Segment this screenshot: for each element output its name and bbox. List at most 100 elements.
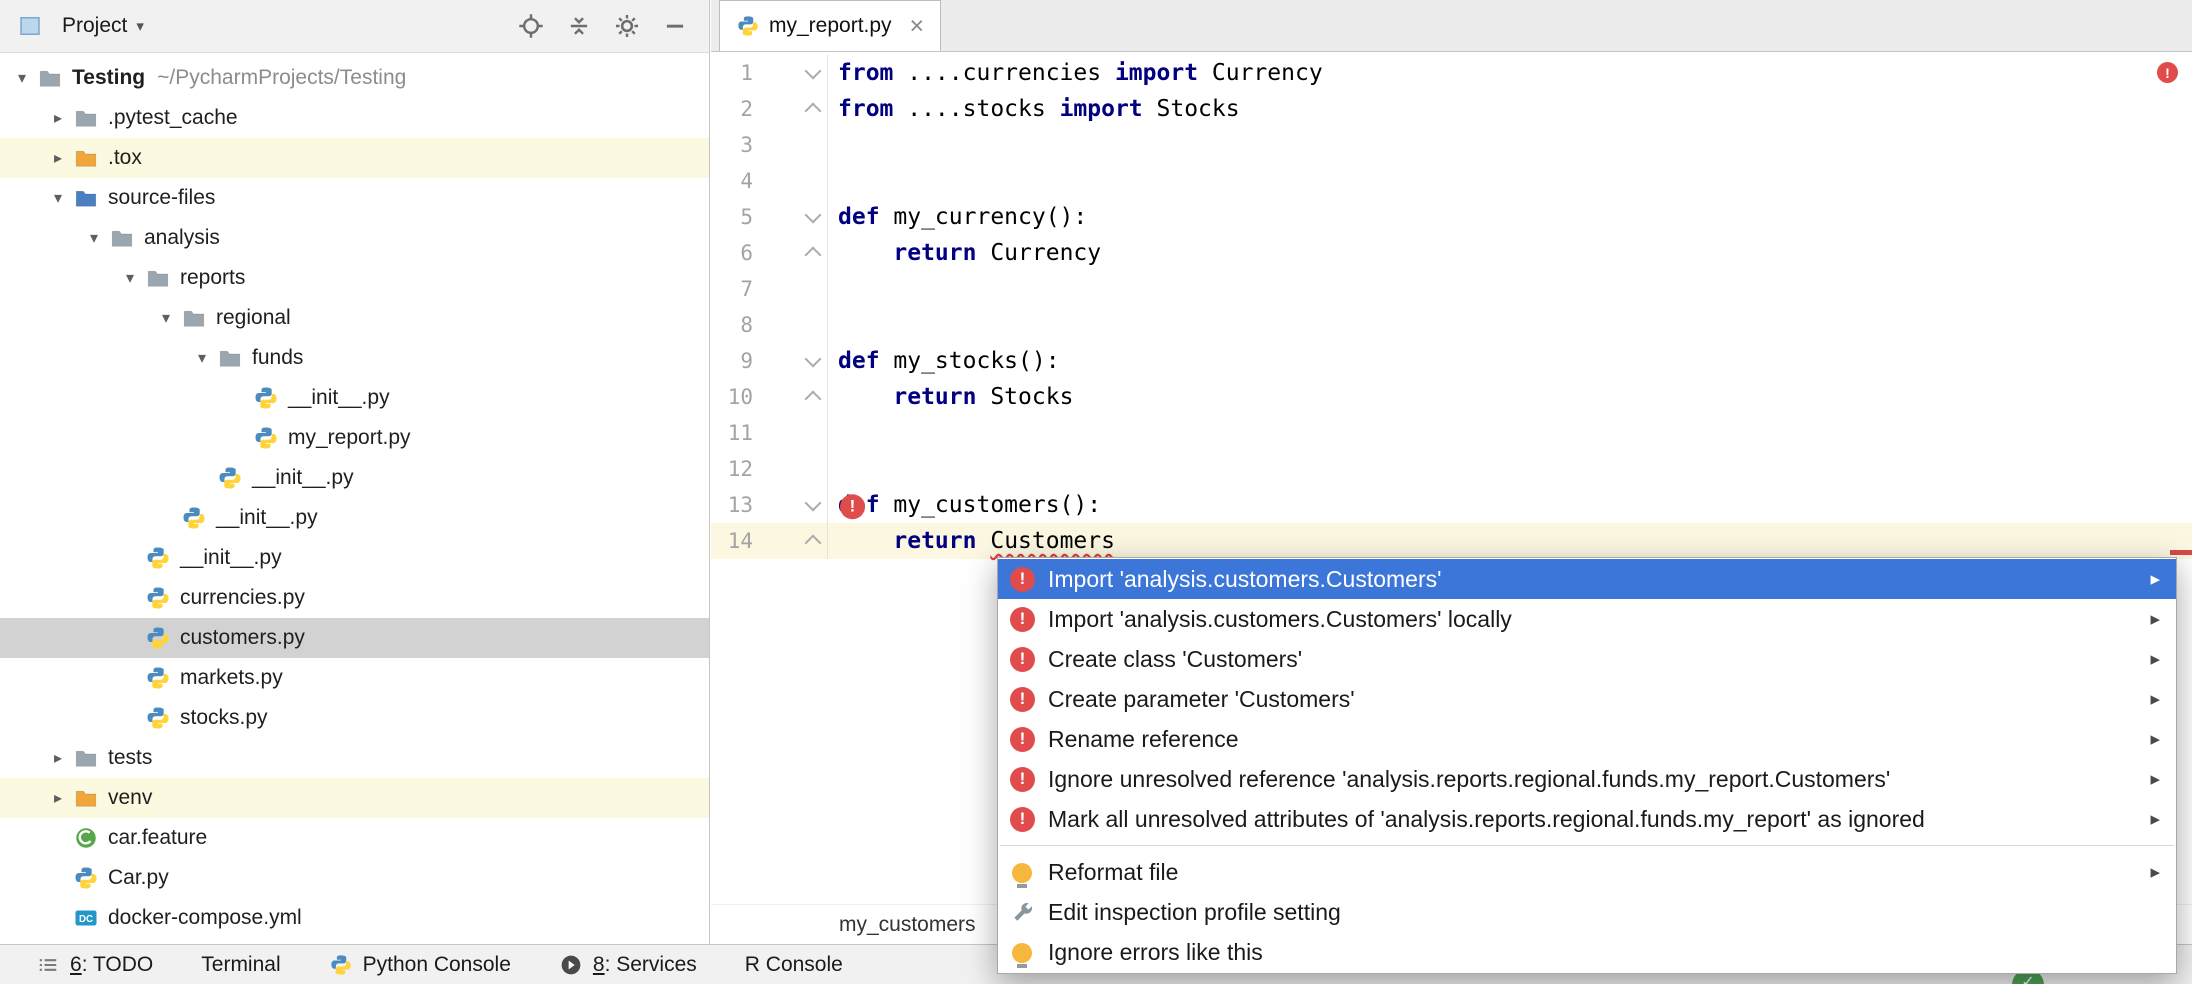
settings-gear-icon[interactable] [609,8,645,44]
chevron-expanded-icon[interactable]: ▾ [116,268,144,288]
chevron-expanded-icon[interactable]: ▾ [8,68,36,88]
popup-item-rename-reference[interactable]: !Rename reference▸ [998,719,2176,759]
hide-panel-icon[interactable] [657,8,693,44]
intention-error-icon[interactable]: ! [840,491,865,519]
statusbar-item-6-todo[interactable]: 6: TODO [36,953,153,977]
tree-item-testing[interactable]: ▾Testing~/PycharmProjects/Testing [0,58,709,98]
code-line-8[interactable]: 8 [711,307,2192,343]
popup-item-import-analysis-customers-customers[interactable]: !Import 'analysis.customers.Customers'▸ [998,559,2176,599]
project-panel-title[interactable]: Project [62,14,127,38]
tree-item-reports[interactable]: ▾reports [0,258,709,298]
code-line-5[interactable]: 5def my_currency(): [711,199,2192,235]
breadcrumb-item[interactable]: my_customers [839,913,976,937]
python-file-icon [144,665,171,692]
code-line-9[interactable]: 9def my_stocks(): [711,343,2192,379]
tree-item-regional[interactable]: ▾ regional [0,298,709,338]
tree-item-label: car.feature [108,826,207,850]
tree-item-car-py[interactable]: Car.py [0,858,709,898]
popup-item-create-parameter-customers[interactable]: !Create parameter 'Customers'▸ [998,679,2176,719]
tree-item-stocks-py[interactable]: stocks.py [0,698,709,738]
statusbar-item-python-console[interactable]: Python Console [329,953,511,977]
code-line-1[interactable]: 1from ....currencies import Currency [711,55,2192,91]
code-line-14[interactable]: 14 return Customers [711,523,2192,559]
error-icon: ! [1010,727,1035,752]
python-file-icon [216,465,243,492]
fold-up-icon[interactable] [753,245,827,261]
tree-item-label: source-files [108,186,215,210]
project-toolbar-icons [501,8,693,44]
statusbar-item-8-services[interactable]: 8: Services [559,953,697,977]
code-line-2[interactable]: 2from ....stocks import Stocks [711,91,2192,127]
code-line-7[interactable]: 7 [711,271,2192,307]
tree-item-pytest-cache[interactable]: ▸.pytest_cache [0,98,709,138]
inspection-status-widget[interactable]: ! [2157,62,2178,83]
statusbar-item-r-console[interactable]: R Console [745,953,843,977]
close-tab-icon[interactable]: × [910,14,925,39]
error-stripe-mark[interactable] [2170,550,2192,555]
tree-item-analysis[interactable]: ▾analysis [0,218,709,258]
chevron-expanded-icon[interactable]: ▾ [188,348,216,368]
popup-item-edit-inspection-profile-setting[interactable]: Edit inspection profile setting [998,892,2176,932]
chevron-expanded-icon[interactable]: ▾ [152,308,180,328]
tree-item-label: funds [252,346,303,370]
chevron-down-icon[interactable]: ▾ [136,17,144,35]
tree-item-funds[interactable]: ▾ funds [0,338,709,378]
statusbar-item-terminal[interactable]: Terminal [201,953,280,977]
tree-item-markets-py[interactable]: markets.py [0,658,709,698]
fold-down-icon[interactable] [753,357,827,365]
collapse-all-icon[interactable] [561,8,597,44]
popup-item-mark-all-unresolved-attributes-of-analysis-repor[interactable]: !Mark all unresolved attributes of 'anal… [998,799,2176,839]
fold-down-icon[interactable] [753,213,827,221]
tree-item-label: __init__.py [180,546,282,570]
tree-item-venv[interactable]: ▸venv [0,778,709,818]
tree-item-label: Testing [72,66,145,90]
tree-item-tox[interactable]: ▸.tox [0,138,709,178]
chevron-collapsed-icon[interactable]: ▸ [44,108,72,128]
tree-item-currencies-py[interactable]: currencies.py [0,578,709,618]
popup-item-import-analysis-customers-customers-locally[interactable]: !Import 'analysis.customers.Customers' l… [998,599,2176,639]
code-line-10[interactable]: 10 return Stocks [711,379,2192,415]
popup-item-reformat-file[interactable]: Reformat file▸ [998,852,2176,892]
tree-item-source-files[interactable]: ▾ source-files [0,178,709,218]
code-line-12[interactable]: 12 [711,451,2192,487]
error-indicator-icon: ! [2157,62,2178,83]
popup-item-create-class-customers[interactable]: !Create class 'Customers'▸ [998,639,2176,679]
chevron-collapsed-icon[interactable]: ▸ [44,148,72,168]
tree-item-car-feature[interactable]: car.feature [0,818,709,858]
chevron-collapsed-icon[interactable]: ▸ [44,788,72,808]
chevron-collapsed-icon[interactable]: ▸ [44,748,72,768]
folder-excluded-icon [72,785,99,812]
tree-item-docker-compose-yml[interactable]: DCdocker-compose.yml [0,898,709,938]
tree-item-init-py[interactable]: __init__.py [0,498,709,538]
locate-icon[interactable] [513,8,549,44]
fold-up-icon[interactable] [753,389,827,405]
code-line-3[interactable]: 3 [711,127,2192,163]
todo-list-icon [36,953,60,977]
editor-tab-my-report[interactable]: my_report.py × [719,0,941,51]
code-line-4[interactable]: 4 [711,163,2192,199]
tree-item-init-py[interactable]: __init__.py [0,378,709,418]
code-line-6[interactable]: 6 return Currency [711,235,2192,271]
tree-item-label: regional [216,306,291,330]
tree-item-my-report-py[interactable]: my_report.py [0,418,709,458]
fold-up-icon[interactable] [753,101,827,117]
folder-icon [180,305,207,332]
intention-popup: !Import 'analysis.customers.Customers'▸!… [997,557,2177,974]
code-line-13[interactable]: 13def my_customers():! [711,487,2192,523]
tree-item-tests[interactable]: ▸tests [0,738,709,778]
popup-item-ignore-errors-like-this[interactable]: Ignore errors like this [998,932,2176,972]
docker-file-icon: DC [72,905,99,932]
fold-up-icon[interactable] [753,533,827,549]
chevron-expanded-icon[interactable]: ▾ [44,188,72,208]
chevron-expanded-icon[interactable]: ▾ [80,228,108,248]
submenu-arrow-icon: ▸ [2150,608,2160,631]
tree-item-customers-py[interactable]: customers.py [0,618,709,658]
fold-down-icon[interactable] [753,69,827,77]
line-number: 13 [711,493,753,517]
submenu-arrow-icon: ▸ [2150,648,2160,671]
tree-item-init-py[interactable]: __init__.py [0,458,709,498]
popup-item-ignore-unresolved-reference-analysis-reports-reg[interactable]: !Ignore unresolved reference 'analysis.r… [998,759,2176,799]
fold-down-icon[interactable] [753,501,827,509]
code-line-11[interactable]: 11 [711,415,2192,451]
tree-item-init-py[interactable]: __init__.py [0,538,709,578]
